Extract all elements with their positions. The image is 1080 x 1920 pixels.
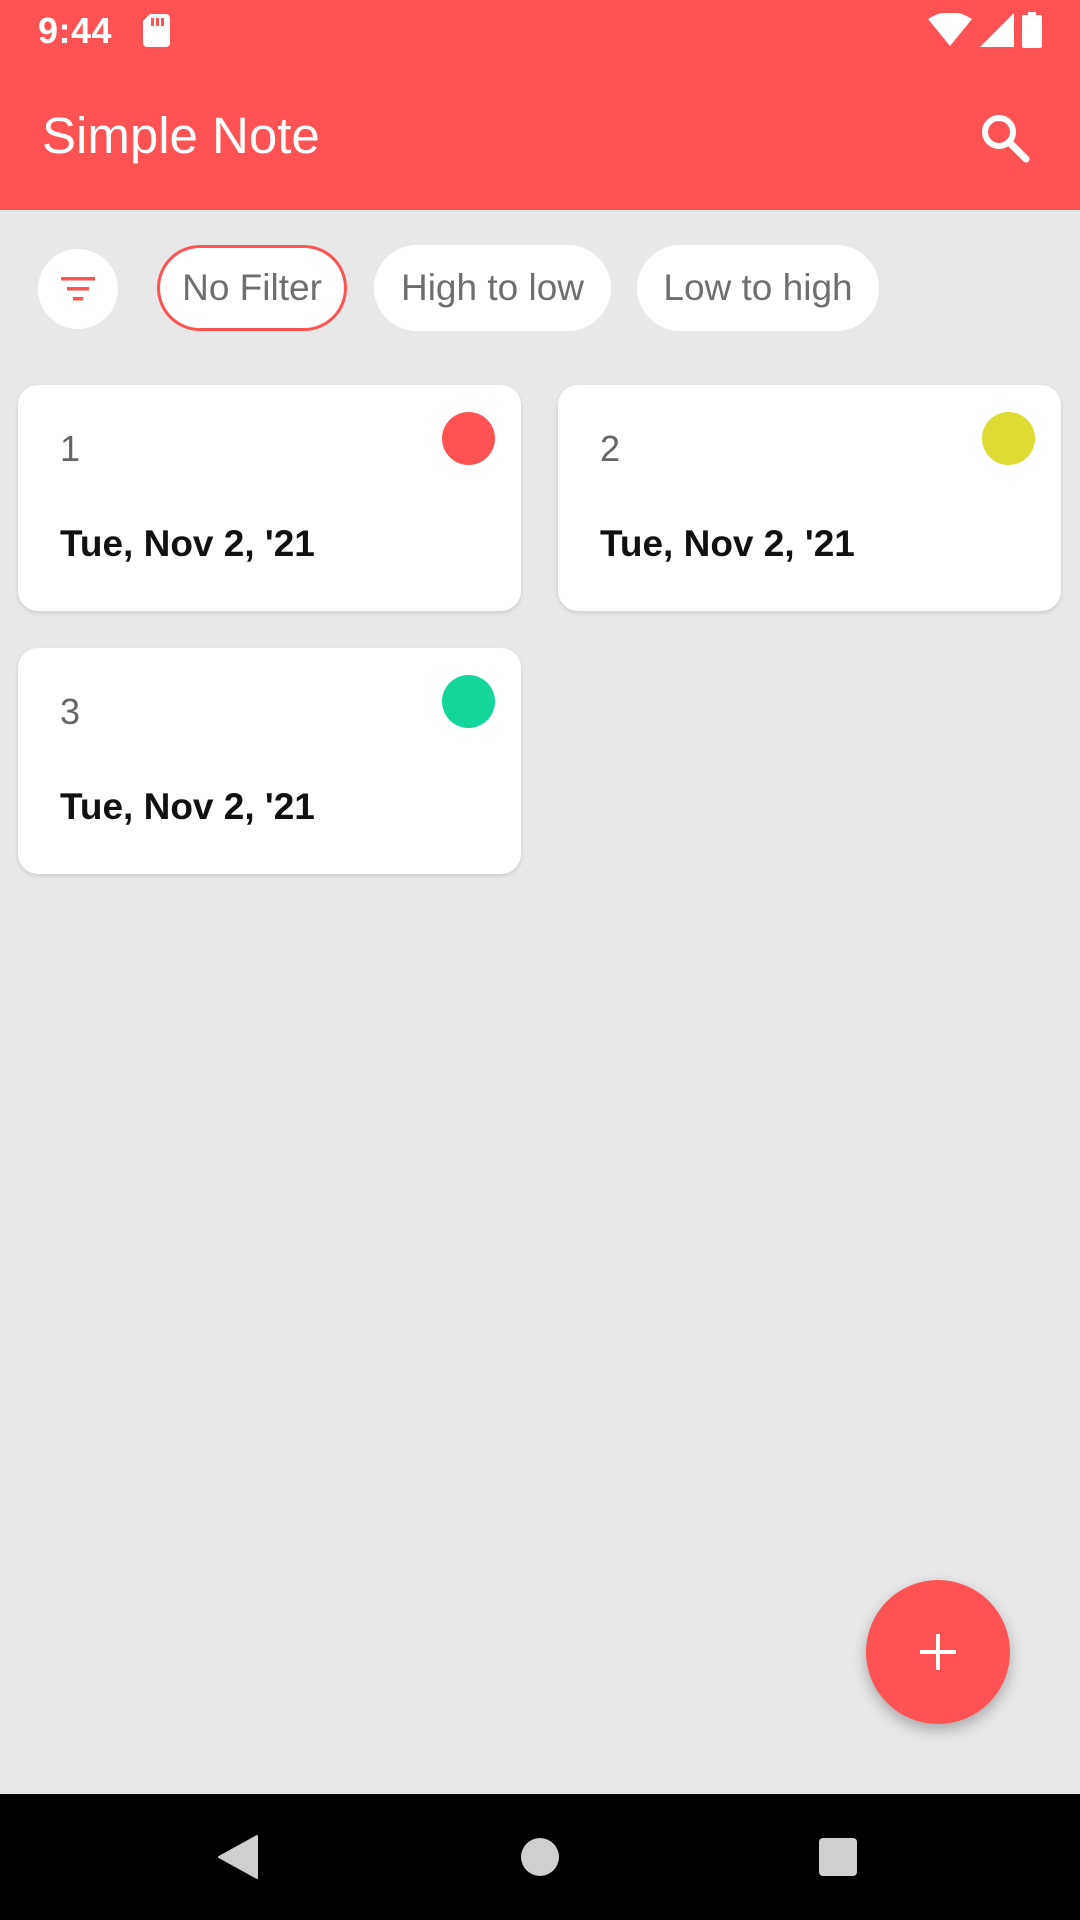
status-bar: 9:44 xyxy=(0,0,1080,63)
cellular-signal-icon xyxy=(980,13,1014,47)
filter-icon xyxy=(61,277,95,301)
sd-card-icon xyxy=(143,14,170,47)
filter-row: No Filter High to low Low to high xyxy=(0,245,1080,333)
note-date: Tue, Nov 2, '21 xyxy=(600,523,855,564)
screen: 9:44 Simple Note No Filter High to low L… xyxy=(0,0,1080,1920)
search-button[interactable] xyxy=(970,103,1040,173)
search-icon xyxy=(982,115,1030,163)
note-card[interactable]: 3 Tue, Nov 2, '21 xyxy=(18,648,521,874)
filter-button[interactable] xyxy=(38,249,118,329)
note-title: 1 xyxy=(60,428,81,469)
recents-button[interactable] xyxy=(803,1822,873,1892)
back-icon xyxy=(218,1835,258,1879)
back-button[interactable] xyxy=(204,1822,274,1892)
note-title: 2 xyxy=(600,428,621,469)
chip-no-filter[interactable]: No Filter xyxy=(157,245,347,331)
home-button[interactable] xyxy=(505,1822,575,1892)
plus-icon xyxy=(920,1634,956,1670)
home-icon xyxy=(521,1838,559,1876)
chip-high-to-low[interactable]: High to low xyxy=(374,245,611,331)
wifi-icon xyxy=(928,13,972,46)
priority-dot xyxy=(442,412,495,465)
note-title: 3 xyxy=(60,691,81,732)
add-note-button[interactable] xyxy=(866,1580,1010,1724)
note-date: Tue, Nov 2, '21 xyxy=(60,786,315,827)
app-bar: Simple Note xyxy=(0,63,1080,210)
recents-icon xyxy=(819,1838,857,1876)
note-card[interactable]: 1 Tue, Nov 2, '21 xyxy=(18,385,521,611)
priority-dot xyxy=(982,412,1035,465)
app-title: Simple Note xyxy=(42,107,320,164)
priority-dot xyxy=(442,675,495,728)
note-date: Tue, Nov 2, '21 xyxy=(60,523,315,564)
chip-low-to-high[interactable]: Low to high xyxy=(637,245,879,331)
navigation-bar xyxy=(0,1794,1080,1920)
note-card[interactable]: 2 Tue, Nov 2, '21 xyxy=(558,385,1061,611)
status-time: 9:44 xyxy=(38,10,113,51)
status-icons xyxy=(928,12,1042,48)
battery-icon xyxy=(1022,12,1042,48)
